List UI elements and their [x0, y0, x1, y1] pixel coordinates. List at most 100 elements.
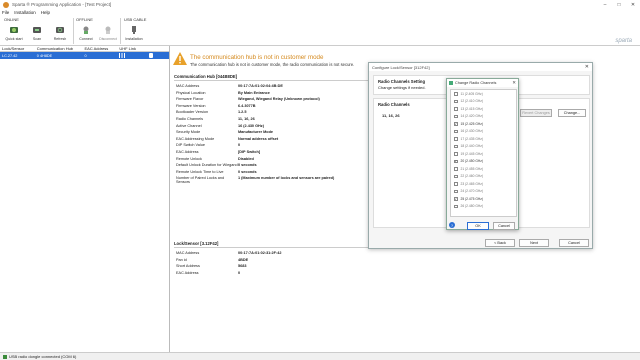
checkbox[interactable]	[454, 189, 458, 193]
channel-item[interactable]: 26 (2.480 GHz)	[451, 203, 516, 211]
checkbox[interactable]	[454, 107, 458, 111]
maximize-button[interactable]: □	[612, 0, 626, 9]
channel-item[interactable]: 16 (2.430 GHz)	[451, 128, 516, 136]
menu-file[interactable]: File	[2, 10, 9, 15]
property-label: MAC Address	[176, 84, 200, 88]
disconnect-button[interactable]: Disconnect	[98, 25, 118, 45]
property-value: 1 (Maximum number of locks and sensors a…	[238, 176, 335, 181]
property-value: 00:17:7A:01:02:04:4B:DE	[238, 84, 283, 88]
close-icon[interactable]: ✕	[512, 80, 516, 86]
channel-item[interactable]: 18 (2.440 GHz)	[451, 143, 516, 151]
property-row: Default Unlock Duration for Wiegand 0 sec…	[176, 163, 257, 167]
checkbox[interactable]	[454, 129, 458, 133]
property-label: Firmware Version	[176, 103, 206, 108]
menu-installation[interactable]: Installation	[14, 10, 36, 15]
channel-item[interactable]: ✓ 20 (2.450 GHz)	[451, 158, 516, 166]
column-header[interactable]: Communication Hub	[35, 46, 83, 51]
cancel-button[interactable]: Cancel	[493, 222, 515, 230]
checkbox[interactable]	[454, 167, 458, 171]
property-label: EAC Addressing Mode	[176, 136, 215, 141]
usb-status-icon	[3, 354, 7, 359]
channel-item[interactable]: 22 (2.460 GHz)	[451, 173, 516, 181]
channel-item[interactable]: 11 (2.405 GHz)	[451, 90, 516, 98]
checkbox[interactable]	[454, 137, 458, 141]
property-row: Firmware Version 6.4.3077B	[176, 104, 256, 108]
channel-label: 22 (2.460 GHz)	[460, 174, 484, 179]
quick-start-button[interactable]: Quick start	[4, 25, 24, 45]
channel-item[interactable]: 12 (2.410 GHz)	[451, 98, 516, 106]
channel-label: 21 (2.455 GHz)	[460, 166, 484, 171]
checkbox-checked[interactable]: ✓	[454, 159, 458, 163]
checkbox[interactable]	[454, 92, 458, 96]
table-row[interactable]: LC.27.42 0 4H8DE 0	[0, 52, 169, 59]
channel-label: 12 (2.410 GHz)	[460, 99, 484, 104]
menu-help[interactable]: Help	[41, 10, 50, 15]
property-value: 0 seconds	[238, 169, 257, 174]
checkbox[interactable]	[454, 174, 458, 178]
property-label: Number of Paired Locks and Sensors	[176, 176, 225, 185]
ok-button[interactable]: OK	[467, 222, 489, 230]
checkbox[interactable]	[454, 204, 458, 208]
column-header[interactable]: UHF Link	[117, 46, 147, 51]
ribbon-toolbar: ONLINE OFFLINE USB CABLE Quick start Sca…	[0, 16, 640, 46]
property-label: Bootloader Version	[176, 110, 209, 115]
property-row: MAC Address 00:17:7A:01:02:31:2F:42	[176, 251, 281, 255]
property-row: Remote Unlock Time to Live 0 seconds	[176, 170, 257, 174]
channel-label: 11 (2.405 GHz)	[460, 91, 483, 96]
property-row: EAC Address [DIP Switch]	[176, 150, 260, 154]
installation-button[interactable]: Installation	[124, 25, 144, 45]
close-window-button[interactable]: ✕	[626, 0, 640, 9]
refresh-button[interactable]: Refresh	[50, 25, 70, 45]
revert-changes-button[interactable]: Revert Changes	[520, 109, 552, 117]
checkbox-checked[interactable]: ✓	[454, 122, 458, 126]
property-row: Remote Unlock Disabled	[176, 157, 254, 161]
channel-item[interactable]: ✓ 25 (2.475 GHz)	[451, 195, 516, 203]
property-value: 11, 16, 26	[238, 117, 255, 121]
channel-item[interactable]: 21 (2.455 GHz)	[451, 165, 516, 173]
checkbox[interactable]	[454, 144, 458, 148]
window-title: Sparta ® Programming Application - [Test…	[12, 2, 112, 7]
channel-item[interactable]: 23 (2.465 GHz)	[451, 180, 516, 188]
channel-item[interactable]: 24 (2.470 GHz)	[451, 188, 516, 196]
column-header[interactable]: Lock/Sensor	[0, 46, 35, 51]
property-value: Disabled	[238, 156, 254, 161]
change-button[interactable]: Change...	[558, 109, 586, 117]
connect-button[interactable]: Connect	[76, 25, 96, 45]
scan-button[interactable]: Scan	[27, 25, 47, 45]
menu-bar: File Installation Help	[0, 9, 640, 16]
group-usb-label: USB CABLE	[124, 17, 147, 22]
property-value: 0 seconds	[238, 163, 257, 168]
channel-item[interactable]: 14 (2.420 GHz)	[451, 113, 516, 121]
sparta-logo: sparta	[615, 38, 632, 44]
channel-label: 15 (2.425 GHz)	[460, 121, 484, 126]
checkbox[interactable]	[454, 99, 458, 103]
checkbox[interactable]	[454, 182, 458, 186]
property-label: Security Mode	[176, 130, 201, 135]
group-online-label: ONLINE	[4, 17, 19, 22]
cancel-button[interactable]: Cancel	[559, 239, 589, 247]
channel-label: 20 (2.450 GHz)	[460, 159, 484, 164]
channel-item[interactable]: ✓ 15 (2.425 GHz)	[451, 120, 516, 128]
channel-item[interactable]: 19 (2.445 GHz)	[451, 150, 516, 158]
property-row: Number of Paired Locks and Sensors 1 (Max…	[176, 176, 334, 184]
property-value: 0	[238, 270, 241, 275]
help-icon[interactable]: ?	[449, 222, 455, 228]
dialog-title: Configure Lock/Sensor [312F42]	[369, 63, 592, 71]
back-button[interactable]: < Back	[485, 239, 515, 247]
property-label: Remote Unlock	[176, 156, 202, 161]
status-bar: USB radio dongle connected (COM 6)	[0, 352, 640, 360]
lock-sensor-table: Lock/Sensor Communication Hub EAC Addres…	[0, 46, 170, 352]
property-value: 4BDE	[238, 257, 249, 262]
minimize-button[interactable]: –	[598, 0, 612, 9]
property-row: Bootloader Version 1.2.5	[176, 110, 246, 114]
next-button[interactable]: Next	[519, 239, 549, 247]
checkbox-checked[interactable]: ✓	[454, 197, 458, 201]
checkbox[interactable]	[454, 114, 458, 118]
channel-label: 25 (2.475 GHz)	[460, 196, 484, 201]
app-icon	[449, 81, 453, 85]
column-header[interactable]: EAC Address	[83, 46, 118, 51]
checkbox[interactable]	[454, 152, 458, 156]
channel-item[interactable]: 17 (2.435 GHz)	[451, 135, 516, 143]
close-icon[interactable]: ✕	[585, 64, 589, 70]
channel-item[interactable]: 13 (2.415 GHz)	[451, 105, 516, 113]
